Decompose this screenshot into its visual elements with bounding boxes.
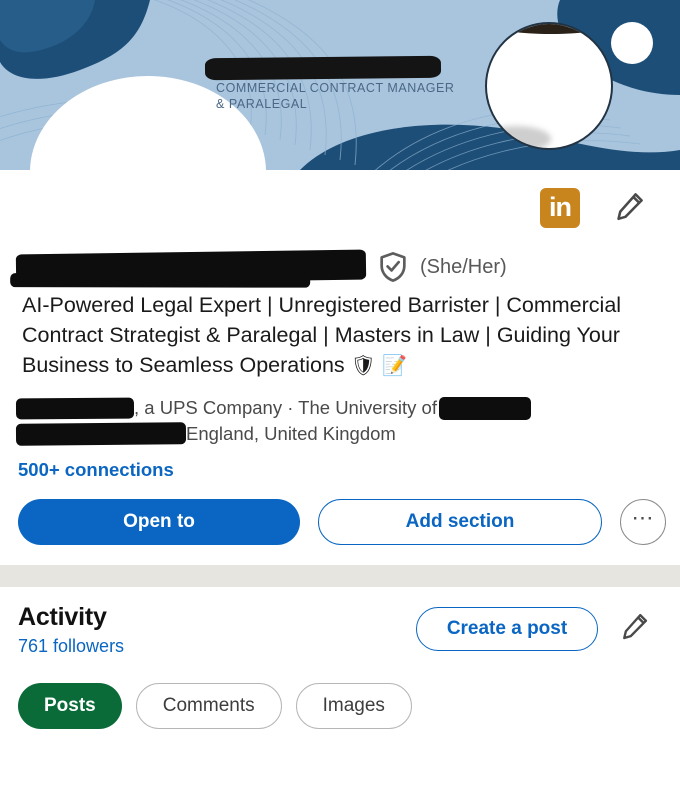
- identity-card: in (She/Her) AI-Powered Legal Expert | U…: [0, 170, 680, 545]
- profile-name-row: (She/Her): [0, 232, 680, 285]
- section-divider: [0, 565, 680, 587]
- banner-name-redaction: [204, 55, 442, 81]
- pencil-icon: [623, 613, 648, 640]
- verified-shield-icon[interactable]: [376, 250, 410, 284]
- profile-name-redaction: [15, 249, 367, 285]
- activity-titles: Activity 761 followers: [18, 603, 416, 657]
- location-redaction: [15, 422, 187, 446]
- profile-actions: Open to Add section ⋯: [0, 481, 680, 545]
- add-section-button[interactable]: Add section: [318, 499, 602, 545]
- connections-link[interactable]: 500+ connections: [0, 447, 680, 481]
- edit-avatar-button[interactable]: [611, 22, 653, 64]
- open-to-button[interactable]: Open to: [18, 499, 300, 545]
- filter-chip-posts[interactable]: Posts: [18, 683, 122, 729]
- pencil-icon: [617, 192, 643, 220]
- profile-meta: , a UPS Company · The University of Engl…: [0, 381, 680, 447]
- premium-badge-label: in: [549, 191, 572, 222]
- more-options-button[interactable]: ⋯: [620, 499, 666, 545]
- profile-headline: AI-Powered Legal Expert | Unregistered B…: [0, 284, 680, 381]
- avatar-shadow: [487, 126, 551, 148]
- pronouns-label: (She/Her): [420, 255, 507, 278]
- followers-link[interactable]: 761 followers: [18, 636, 416, 657]
- profile-icon-row: in: [0, 170, 680, 232]
- profile-avatar[interactable]: [485, 22, 613, 150]
- shield-emoji-icon: 🛡: [350, 355, 377, 377]
- location-line: England, United Kingdom: [15, 421, 664, 447]
- memo-emoji-icon: 📝: [382, 355, 407, 377]
- activity-header: Activity 761 followers Create a post: [0, 603, 680, 657]
- university-redaction: [438, 396, 531, 420]
- create-post-button[interactable]: Create a post: [416, 607, 598, 651]
- banner-tagline: COMMERCIAL CONTRACT MANAGER & PARALEGAL: [216, 80, 466, 112]
- activity-title: Activity: [18, 603, 107, 631]
- premium-badge-icon[interactable]: in: [540, 188, 580, 228]
- company-education-line: , a UPS Company · The University of: [15, 395, 664, 421]
- edit-activity-button[interactable]: [620, 611, 650, 646]
- banner-tagline-line1: COMMERCIAL CONTRACT MANAGER: [216, 81, 455, 95]
- pencil-icon: [611, 22, 680, 170]
- edit-profile-button[interactable]: [614, 190, 646, 227]
- filter-chip-images[interactable]: Images: [295, 683, 412, 729]
- activity-section: Activity 761 followers Create a post Pos…: [0, 587, 680, 729]
- location-text: England, United Kingdom: [186, 423, 396, 444]
- profile-banner[interactable]: COMMERCIAL CONTRACT MANAGER & PARALEGAL: [0, 0, 680, 170]
- headline-text: AI-Powered Legal Expert | Unregistered B…: [22, 293, 622, 377]
- company-redaction: [15, 397, 135, 419]
- filter-chip-comments[interactable]: Comments: [135, 683, 282, 729]
- company-education-text: , a UPS Company · The University of: [134, 397, 437, 418]
- linkedin-profile-screen: COMMERCIAL CONTRACT MANAGER & PARALEGAL …: [0, 0, 680, 794]
- activity-filter-chips: Posts Comments Images: [0, 657, 680, 729]
- banner-tagline-line2: & PARALEGAL: [216, 97, 308, 111]
